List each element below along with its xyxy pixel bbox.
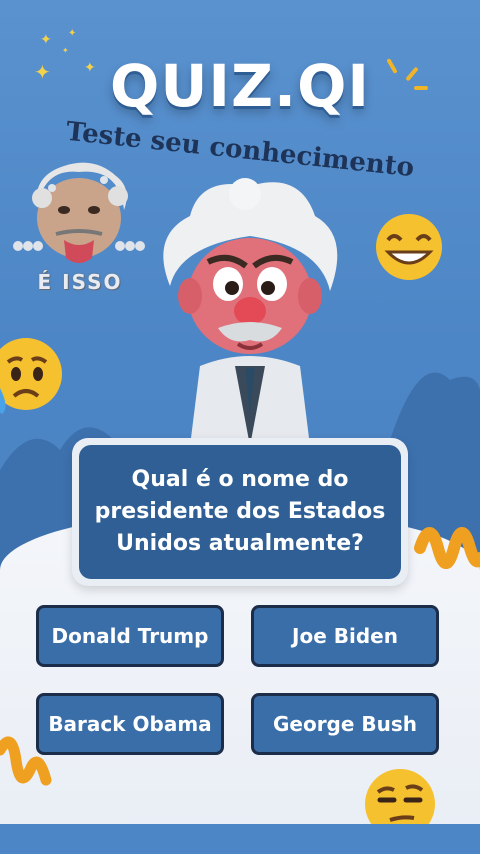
app-title: QUIZ.QI bbox=[110, 52, 370, 120]
sticker-caption: É ISSO bbox=[37, 270, 123, 294]
sparkle-icon: ✦ bbox=[40, 32, 52, 48]
quiz-screen: ✦ ✦ ✦ ✦ ✦ QUIZ.QI Teste seu conhecimento… bbox=[0, 0, 480, 854]
grinning-emoji bbox=[376, 214, 442, 280]
question-panel: Qual é o nome do presidente dos Estados … bbox=[79, 445, 401, 579]
sparkle-icon: ✦ bbox=[68, 28, 77, 39]
question-card: Qual é o nome do presidente dos Estados … bbox=[72, 438, 408, 586]
answer-button-george-bush[interactable]: George Bush bbox=[251, 693, 439, 755]
answer-button-joe-biden[interactable]: Joe Biden bbox=[251, 605, 439, 667]
answer-button-donald-trump[interactable]: Donald Trump bbox=[36, 605, 224, 667]
answer-button-barack-obama[interactable]: Barack Obama bbox=[36, 693, 224, 755]
question-text: Qual é o nome do presidente dos Estados … bbox=[94, 467, 386, 556]
bottom-bar bbox=[0, 824, 480, 854]
scientist-character bbox=[163, 178, 338, 446]
squiggle-decoration bbox=[414, 527, 480, 569]
sad-emoji bbox=[0, 338, 62, 414]
